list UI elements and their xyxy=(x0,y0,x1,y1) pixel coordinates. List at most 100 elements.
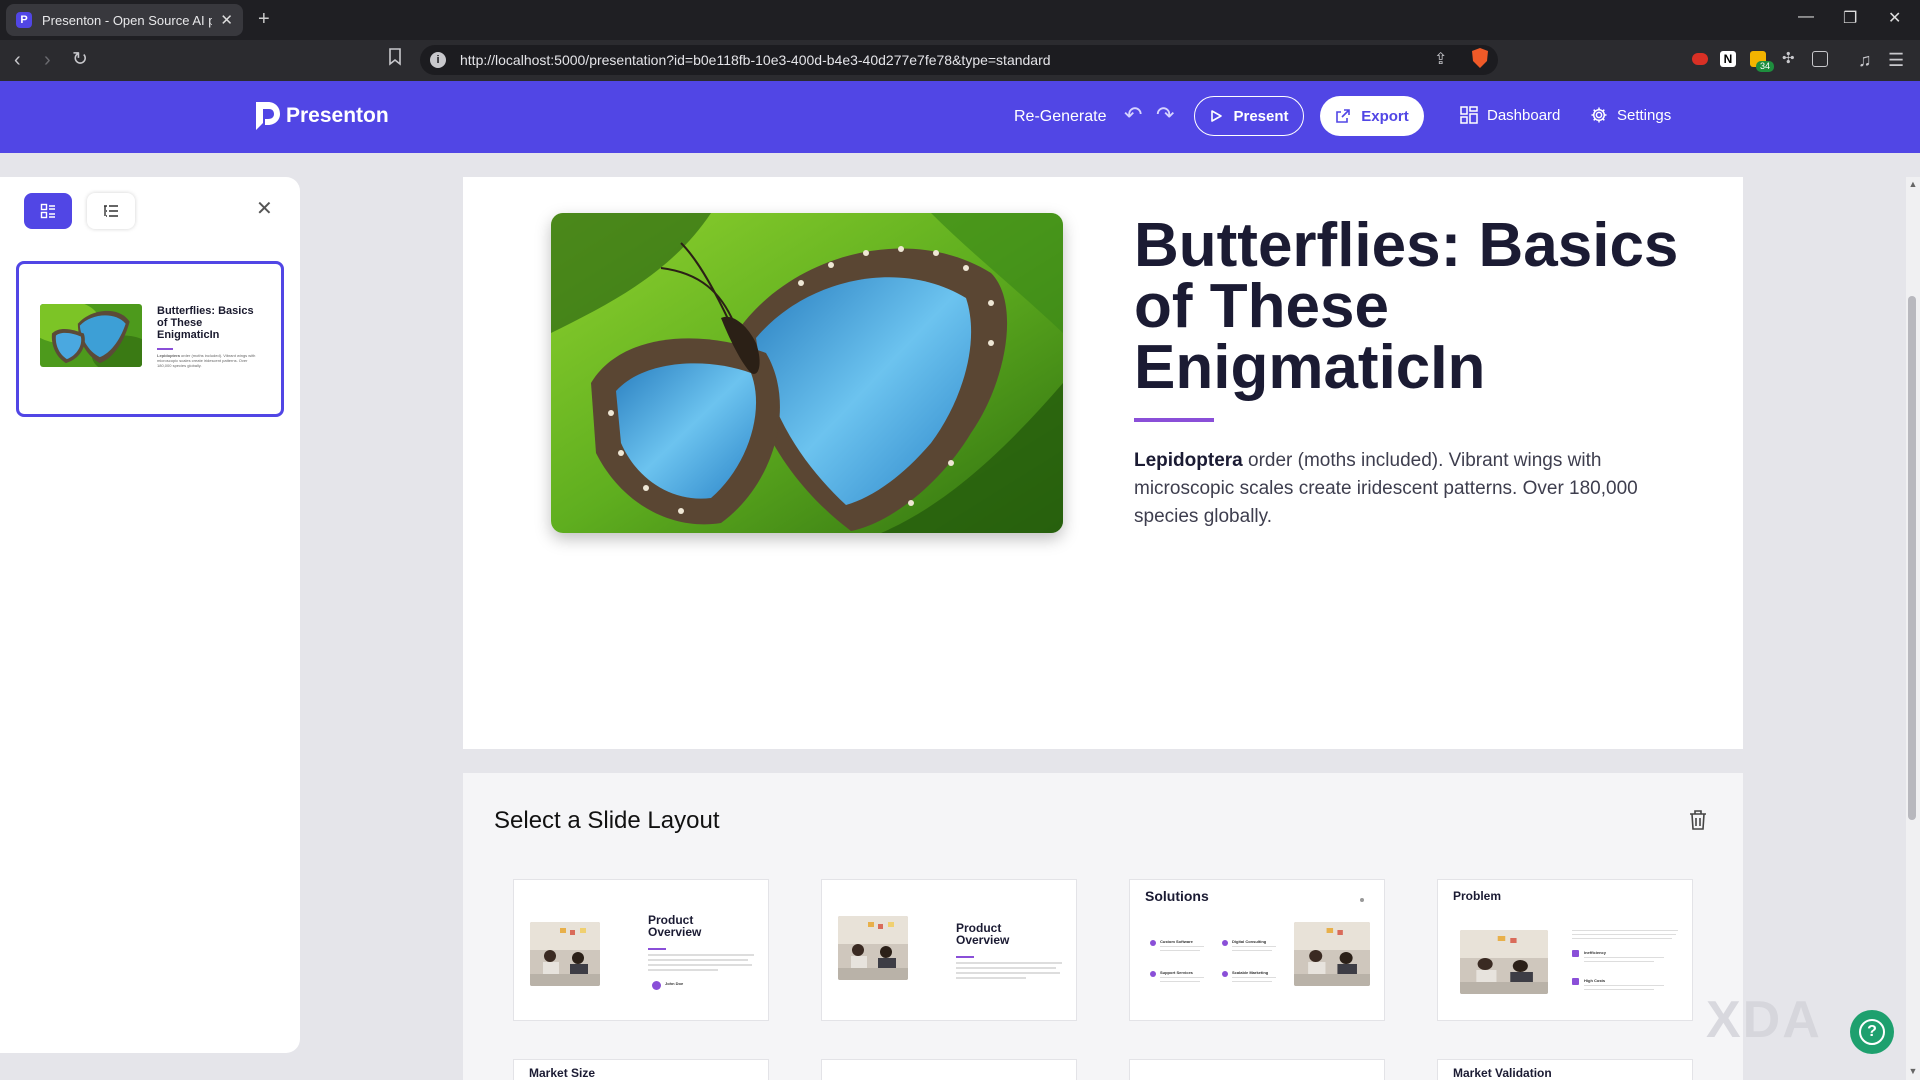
tab-close-icon[interactable]: ✕ xyxy=(220,11,233,29)
slides-sidebar: ✕ Butterflies: Basics of These Enigmatic… xyxy=(0,177,300,1053)
help-button[interactable]: ? xyxy=(1850,1010,1894,1054)
site-info-icon[interactable]: i xyxy=(430,52,446,68)
layout-card-rule xyxy=(956,956,974,958)
layout-card-title: Product Overview xyxy=(956,921,1010,947)
layout-card-text-line xyxy=(648,954,754,956)
layout-card-text-line xyxy=(1160,977,1204,978)
redo-icon[interactable]: ↷ xyxy=(1156,104,1174,126)
window-close-icon[interactable]: ✕ xyxy=(1888,8,1901,28)
layout-card-text-line xyxy=(1572,934,1676,935)
grid-view-icon xyxy=(40,203,55,219)
restore-icon[interactable]: ❐ xyxy=(1843,8,1857,28)
tab-title: Presenton - Open Source AI pre xyxy=(42,12,212,28)
dashboard-button[interactable]: Dashboard xyxy=(1460,106,1560,124)
reload-icon[interactable]: ↻ xyxy=(72,48,88,72)
layout-card-problem[interactable]: Problem Inefficiency High Costs xyxy=(1437,879,1693,1021)
scroll-up-arrow-icon[interactable]: ▲ xyxy=(1908,179,1918,189)
layout-card-text-line xyxy=(1232,977,1276,978)
layout-card-title: Product Overview xyxy=(648,913,702,939)
layout-card-item: Inefficiency xyxy=(1584,950,1607,955)
bookmark-icon[interactable] xyxy=(388,48,402,74)
external-link-icon xyxy=(1336,109,1351,123)
slide-description-bold: Lepidoptera xyxy=(1134,450,1243,471)
slide-description[interactable]: Lepidoptera order (moths included). Vibr… xyxy=(1134,447,1654,531)
thumbnail-title: Butterflies: Basics of These EnigmaticIn xyxy=(157,305,254,341)
forward-arrow-icon[interactable]: › xyxy=(44,48,51,72)
layout-card-next[interactable] xyxy=(1129,1059,1385,1080)
minimize-icon[interactable]: — xyxy=(1798,8,1814,26)
extension-red-icon[interactable] xyxy=(1692,53,1708,65)
notion-extension-icon[interactable]: N xyxy=(1720,51,1736,67)
layout-card-text-line xyxy=(956,967,1056,969)
list-view-button[interactable] xyxy=(87,193,135,229)
layout-card-text-line xyxy=(648,964,752,966)
list-view-icon xyxy=(104,205,118,217)
back-arrow-icon[interactable]: ‹ xyxy=(14,48,21,72)
layout-card-text-line xyxy=(956,962,1062,964)
thumbnail-description: Lepidoptera order (moths included). Vibr… xyxy=(157,353,256,368)
presenton-logo[interactable]: Presenton xyxy=(252,99,389,133)
slide-canvas[interactable]: Butterflies: Basics of These EnigmaticIn… xyxy=(463,177,1743,749)
thumbnail-accent-rule xyxy=(157,348,173,350)
thumbnail-butterfly-image xyxy=(40,304,142,367)
scrollbar-thumb[interactable] xyxy=(1908,296,1916,820)
app-name: Presenton xyxy=(286,104,389,127)
gear-icon xyxy=(1591,107,1607,123)
layout-card-text-line xyxy=(1160,950,1200,951)
layout-card-next[interactable] xyxy=(821,1059,1077,1080)
layout-card-product-overview-alt[interactable]: Product Overview xyxy=(821,879,1077,1021)
extension-badge: 34 xyxy=(1756,61,1774,72)
media-icon[interactable]: ♫ xyxy=(1858,48,1872,72)
layout-card-text-line xyxy=(1572,930,1678,931)
slide-thumbnail[interactable]: Butterflies: Basics of These EnigmaticIn… xyxy=(16,261,284,417)
layout-card-author: John Doe xyxy=(665,981,684,986)
layout-card-avatar xyxy=(652,981,661,990)
layout-card-product-overview[interactable]: Product Overview John Doe xyxy=(513,879,769,1021)
scroll-down-arrow-icon[interactable]: ▼ xyxy=(1908,1066,1918,1076)
sidebar-toggle-icon[interactable] xyxy=(1812,51,1828,67)
slide-title[interactable]: Butterflies: Basics of These EnigmaticIn xyxy=(1134,215,1694,399)
share-icon[interactable]: ⇪ xyxy=(1434,48,1447,72)
layout-picker-title: Select a Slide Layout xyxy=(494,807,720,834)
browser-toolbar: ‹ › ↻ i http://localhost:5000/presentati… xyxy=(0,40,1920,81)
layout-card-bullet xyxy=(1222,971,1228,977)
delete-slide-button[interactable] xyxy=(1688,809,1708,836)
layout-card-solutions[interactable]: Solutions Custom Software Digital Consul… xyxy=(1129,879,1385,1021)
layout-card-title: Market Size xyxy=(529,1066,596,1080)
layout-card-market-validation[interactable]: Market Validation xyxy=(1437,1059,1693,1080)
dashboard-grid-icon xyxy=(1460,106,1478,124)
new-tab-plus-icon[interactable]: + xyxy=(258,9,270,29)
layout-card-office-image xyxy=(1460,930,1548,994)
layout-card-bullet xyxy=(1222,940,1228,946)
address-bar[interactable]: i http://localhost:5000/presentation?id=… xyxy=(420,45,1498,75)
puzzle-extensions-icon[interactable]: ✣ xyxy=(1782,51,1798,67)
layout-card-office-image xyxy=(530,922,600,986)
export-button[interactable]: Export xyxy=(1320,96,1424,136)
present-button[interactable]: Present xyxy=(1194,96,1304,136)
regenerate-button[interactable]: Re-Generate xyxy=(1014,108,1107,126)
layout-card-bullet xyxy=(1572,978,1579,985)
settings-button[interactable]: Settings xyxy=(1590,106,1671,124)
browser-tab-bar: P Presenton - Open Source AI pre ✕ + — ❐… xyxy=(0,0,1920,40)
layout-card-text-line xyxy=(1584,957,1664,958)
butterfly-image[interactable] xyxy=(551,213,1063,533)
menu-icon[interactable]: ☰ xyxy=(1888,48,1904,72)
grid-view-button[interactable] xyxy=(24,193,72,229)
layout-card-text-line xyxy=(1160,981,1200,982)
layout-card-bullet xyxy=(1572,950,1579,957)
settings-label: Settings xyxy=(1617,106,1672,124)
browser-tab[interactable]: P Presenton - Open Source AI pre ✕ xyxy=(6,4,243,36)
layout-card-bullet xyxy=(1150,971,1156,977)
layout-card-decor-dot xyxy=(1360,898,1364,902)
undo-icon[interactable]: ↶ xyxy=(1124,104,1142,126)
help-question-icon: ? xyxy=(1859,1019,1885,1045)
close-sidebar-icon[interactable]: ✕ xyxy=(256,199,273,219)
layout-card-title: Problem xyxy=(1453,889,1502,903)
layout-card-title: Market Validation xyxy=(1453,1066,1552,1080)
brave-shield-icon[interactable] xyxy=(1470,47,1490,75)
layout-card-market-size[interactable]: Market Size xyxy=(513,1059,769,1080)
layout-card-text-line xyxy=(1232,946,1276,947)
layout-card-rule xyxy=(648,948,666,950)
export-label: Export xyxy=(1361,107,1409,125)
layout-card-bullet xyxy=(1150,940,1156,946)
